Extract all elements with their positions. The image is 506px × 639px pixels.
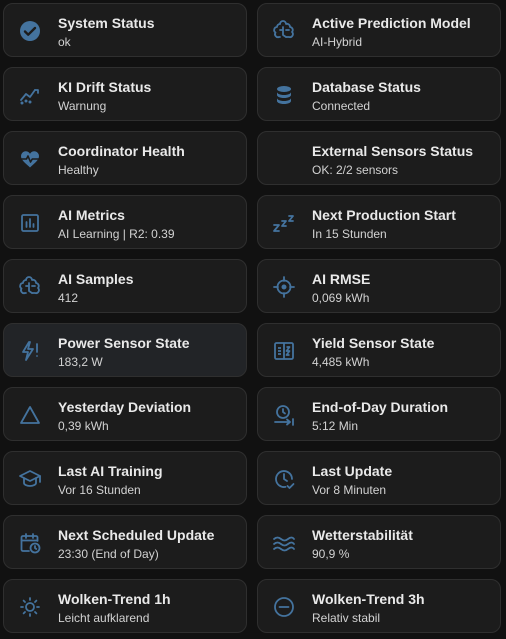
- check-circle-icon: [18, 19, 42, 43]
- card-value: Relativ stabil: [312, 611, 381, 625]
- card-database-status[interactable]: Database Status Connected: [257, 67, 501, 121]
- sun-outline-icon: [18, 595, 42, 619]
- card-value: 412: [58, 291, 79, 305]
- calendar-clock-icon: [18, 531, 42, 555]
- card-value: OK: 2/2 sensors: [312, 163, 399, 177]
- card-title: Database Status: [312, 79, 421, 95]
- card-end-of-day-duration[interactable]: End-of-Day Duration 5:12 Min: [257, 387, 501, 441]
- card-wolken-trend-3h[interactable]: Wolken-Trend 3h Relativ stabil: [257, 579, 501, 633]
- flash-alert-icon: [18, 339, 42, 363]
- card-value: AI Learning | R2: 0.39: [58, 227, 175, 241]
- card-yesterday-deviation[interactable]: Yesterday Deviation 0,39 kWh: [3, 387, 247, 441]
- card-external-sensors-status[interactable]: External Sensors Status OK: 2/2 sensors: [257, 131, 501, 185]
- card-power-sensor-state[interactable]: Power Sensor State 183,2 W: [3, 323, 247, 377]
- card-system-status[interactable]: System Status ok: [3, 3, 247, 57]
- card-title: Power Sensor State: [58, 335, 190, 351]
- card-ai-metrics[interactable]: AI Metrics AI Learning | R2: 0.39: [3, 195, 247, 249]
- card-value: 0,069 kWh: [312, 291, 370, 305]
- heart-pulse-icon: [18, 147, 42, 171]
- card-title: Next Scheduled Update: [58, 527, 215, 543]
- card-title: AI Samples: [58, 271, 134, 287]
- card-yield-sensor-state[interactable]: Yield Sensor State 4,485 kWh: [257, 323, 501, 377]
- card-title: System Status: [58, 15, 155, 31]
- card-value: 90,9 %: [312, 547, 350, 561]
- card-title: Wolken-Trend 1h: [58, 591, 171, 607]
- card-title: Active Prediction Model: [312, 15, 471, 31]
- crosshair-icon: [272, 275, 296, 299]
- card-ai-rmse[interactable]: AI RMSE 0,069 kWh: [257, 259, 501, 313]
- card-value: In 15 Stunden: [312, 227, 387, 241]
- brain-icon: [18, 275, 42, 299]
- card-title: AI Metrics: [58, 207, 125, 223]
- card-title: Next Production Start: [312, 207, 456, 223]
- minus-circle-icon: [272, 595, 296, 619]
- card-value: Connected: [312, 99, 371, 113]
- brain-icon: [272, 19, 296, 43]
- card-value: 4,485 kWh: [312, 355, 370, 369]
- triangle-icon: [18, 403, 42, 427]
- card-value: 0,39 kWh: [58, 419, 109, 433]
- card-title: End-of-Day Duration: [312, 399, 449, 415]
- card-next-scheduled-update[interactable]: Next Scheduled Update 23:30 (End of Day): [3, 515, 247, 569]
- card-value: Healthy: [58, 163, 99, 177]
- card-value: 5:12 Min: [312, 419, 359, 433]
- card-value: Leicht aufklarend: [58, 611, 150, 625]
- card-value: Warnung: [58, 99, 107, 113]
- card-coordinator-health[interactable]: Coordinator Health Healthy: [3, 131, 247, 185]
- bar-chart-icon: [18, 211, 42, 235]
- clock-arrow-icon: [272, 403, 296, 427]
- card-title: Last Update: [312, 463, 393, 479]
- card-value: 183,2 W: [58, 355, 103, 369]
- card-title: Wetterstabilität: [312, 527, 413, 543]
- card-wetterstabilitaet[interactable]: Wetterstabilität 90,9 %: [257, 515, 501, 569]
- card-title: KI Drift Status: [58, 79, 152, 95]
- card-last-update[interactable]: Last Update Vor 8 Minuten: [257, 451, 501, 505]
- card-value: 23:30 (End of Day): [58, 547, 159, 561]
- status-card-grid: System Status ok Active Prediction Model…: [0, 0, 506, 639]
- waves-icon: [272, 531, 296, 555]
- card-value: Vor 16 Stunden: [58, 483, 141, 497]
- card-value: Vor 8 Minuten: [312, 483, 387, 497]
- graduation-cap-icon: [18, 467, 42, 491]
- card-active-prediction-model[interactable]: Active Prediction Model AI-Hybrid: [257, 3, 501, 57]
- meter-icon: [272, 339, 296, 363]
- card-title: Last AI Training: [58, 463, 163, 479]
- card-next-production-start[interactable]: Next Production Start In 15 Stunden: [257, 195, 501, 249]
- sleep-zzz-icon: [272, 211, 296, 235]
- card-value: AI-Hybrid: [312, 35, 363, 49]
- database-icon: [272, 83, 296, 107]
- card-ai-samples[interactable]: AI Samples 412: [3, 259, 247, 313]
- card-wolken-trend-1h[interactable]: Wolken-Trend 1h Leicht aufklarend: [3, 579, 247, 633]
- card-title: Wolken-Trend 3h: [312, 591, 425, 607]
- trend-chart-icon: [18, 83, 42, 107]
- card-title: Yesterday Deviation: [58, 399, 192, 415]
- card-title: External Sensors Status: [312, 143, 474, 159]
- card-value: ok: [58, 35, 71, 49]
- card-title: Yield Sensor State: [312, 335, 435, 351]
- clock-check-icon: [272, 467, 296, 491]
- card-last-ai-training[interactable]: Last AI Training Vor 16 Stunden: [3, 451, 247, 505]
- card-title: AI RMSE: [312, 271, 371, 287]
- card-title: Coordinator Health: [58, 143, 185, 159]
- card-ki-drift-status[interactable]: KI Drift Status Warnung: [3, 67, 247, 121]
